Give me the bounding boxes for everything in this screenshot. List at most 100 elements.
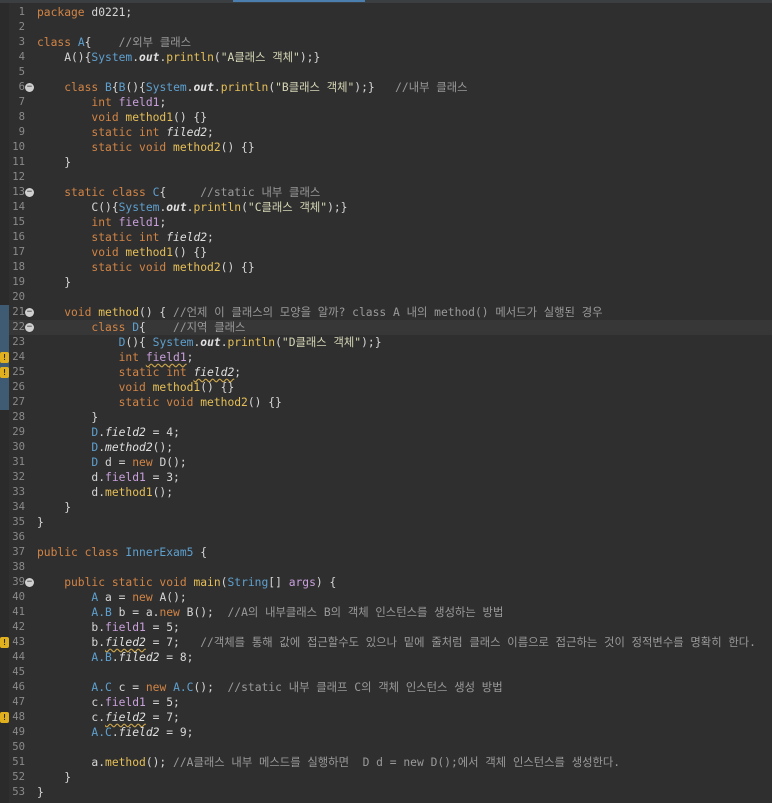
fold-collapse-icon[interactable]: −: [25, 323, 34, 332]
code-line[interactable]: 9 static int filed2;: [0, 125, 772, 140]
code-token: System: [118, 201, 160, 214]
code-line[interactable]: 26 void method1() {}: [0, 380, 772, 395]
code-line[interactable]: 53}: [0, 785, 772, 800]
code-line[interactable]: ! 48 c.field2 = 7;: [0, 710, 772, 725]
code-token: args: [288, 576, 316, 589]
code-line[interactable]: 38: [0, 560, 772, 575]
code-line[interactable]: 13− static class C{ //static 내부 클래스: [0, 185, 772, 200]
code-line[interactable]: 47 c.field1 = 5;: [0, 695, 772, 710]
code-line[interactable]: 49 A.C.field2 = 9;: [0, 725, 772, 740]
code-line[interactable]: 32 d.field1 = 3;: [0, 470, 772, 485]
code-line[interactable]: ! 25 static int field2;: [0, 365, 772, 380]
code-lines[interactable]: 1 package d0221; 2 3 class A{ //외부 클래스 4 A(){…: [0, 5, 772, 800]
code-token: );}: [354, 81, 396, 94]
code-token: = 7;: [145, 711, 180, 724]
code-text: }: [37, 410, 98, 425]
code-text: b.filed2 = 7; //객체를 통해 값에 접근할수도 있으나 밑에 줄…: [37, 635, 756, 650]
code-line[interactable]: 20: [0, 290, 772, 305]
editor-tab-strip: [0, 0, 772, 3]
code-line[interactable]: 2: [0, 20, 772, 35]
code-line[interactable]: 18 static void method2() {}: [0, 260, 772, 275]
code-line[interactable]: 52 }: [0, 770, 772, 785]
line-number: 10: [12, 141, 25, 153]
code-line[interactable]: 28 }: [0, 410, 772, 425]
code-line[interactable]: 45: [0, 665, 772, 680]
line-number: 49: [12, 726, 25, 738]
code-line[interactable]: 10 static void method2() {}: [0, 140, 772, 155]
code-token: a.: [37, 756, 106, 769]
code-token: c.: [37, 711, 106, 724]
code-line[interactable]: 15 int field1;: [0, 215, 772, 230]
code-line[interactable]: 6− class B{B(){System.out.println("B클래스 …: [0, 80, 772, 95]
line-number: 7: [18, 96, 25, 108]
line-number: 23: [12, 336, 25, 348]
code-token: }: [37, 501, 72, 514]
code-token: );}: [361, 336, 382, 349]
code-line[interactable]: ! 24 int field1;: [0, 350, 772, 365]
code-line[interactable]: 41 A.B b = a.new B(); //A의 내부클래스 B의 객체 인…: [0, 605, 772, 620]
code-line[interactable]: 34 }: [0, 500, 772, 515]
code-line[interactable]: 30 D.method2();: [0, 440, 772, 455]
code-token: static void: [37, 396, 201, 409]
code-line[interactable]: 4 A(){System.out.println("A클래스 객체");}: [0, 50, 772, 65]
code-token: d0221;: [84, 6, 133, 19]
code-text: static void method2() {}: [37, 260, 254, 275]
code-line[interactable]: 16 static int field2;: [0, 230, 772, 245]
code-line[interactable]: 19 }: [0, 275, 772, 290]
code-token: field1: [105, 696, 146, 709]
fold-collapse-icon[interactable]: −: [25, 83, 34, 92]
line-number: 50: [12, 741, 25, 753]
code-line[interactable]: 11 }: [0, 155, 772, 170]
warning-icon[interactable]: !: [0, 712, 9, 723]
code-token: //내부 클래스: [395, 81, 468, 94]
fold-collapse-icon[interactable]: −: [25, 578, 34, 587]
code-line[interactable]: 8 void method1() {}: [0, 110, 772, 125]
code-editor[interactable]: 1 package d0221; 2 3 class A{ //외부 클래스 4 A(){…: [0, 0, 772, 803]
code-line[interactable]: 35}: [0, 515, 772, 530]
code-line[interactable]: 33 d.method1();: [0, 485, 772, 500]
code-line[interactable]: ! 43 b.filed2 = 7; //객체를 통해 값에 접근할수도 있으나 …: [0, 635, 772, 650]
code-token: ;: [159, 96, 167, 109]
code-line[interactable]: 14 C(){System.out.println("C클래스 객체");}: [0, 200, 772, 215]
line-number: 18: [12, 261, 25, 273]
code-line[interactable]: 31 D d = new D();: [0, 455, 772, 470]
code-token: static class: [37, 186, 153, 199]
code-line[interactable]: 21− void method() { //언제 이 클래스의 모양을 알까? …: [0, 305, 772, 320]
line-number: 46: [12, 681, 25, 693]
code-line[interactable]: 12: [0, 170, 772, 185]
warning-icon[interactable]: !: [0, 352, 9, 363]
code-line[interactable]: 17 void method1() {}: [0, 245, 772, 260]
code-line[interactable]: 29 D.field2 = 4;: [0, 425, 772, 440]
line-number: 9: [18, 126, 25, 138]
code-token: b = a.: [111, 606, 160, 619]
fold-collapse-icon[interactable]: −: [25, 188, 34, 197]
code-line[interactable]: 7 int field1;: [0, 95, 772, 110]
code-line[interactable]: 27 static void method2() {}: [0, 395, 772, 410]
code-line[interactable]: 42 b.field1 = 5;: [0, 620, 772, 635]
code-text: class D{ //지역 클래스: [37, 320, 245, 335]
code-line[interactable]: 50: [0, 740, 772, 755]
code-line[interactable]: 44 A.B.filed2 = 8;: [0, 650, 772, 665]
code-line[interactable]: 51 a.method(); //A클래스 내부 메스드를 실행하면 D d =…: [0, 755, 772, 770]
code-token: field1: [118, 216, 160, 229]
code-line[interactable]: 36: [0, 530, 772, 545]
line-number: 35: [12, 516, 25, 528]
code-line[interactable]: 22− class D{ //지역 클래스: [0, 320, 772, 335]
fold-collapse-icon[interactable]: −: [25, 308, 34, 317]
code-line[interactable]: 39− public static void main(String[] arg…: [0, 575, 772, 590]
code-token: void: [37, 381, 153, 394]
code-token: D: [132, 321, 140, 334]
warning-icon[interactable]: !: [0, 637, 9, 648]
line-number: 14: [12, 201, 25, 213]
line-number: 20: [12, 291, 25, 303]
warning-icon[interactable]: !: [0, 367, 9, 378]
code-line[interactable]: 1 package d0221;: [0, 5, 772, 20]
code-line[interactable]: 40 A a = new A();: [0, 590, 772, 605]
code-line[interactable]: 46 A.C c = new A.C(); //static 내부 클래프 C의…: [0, 680, 772, 695]
code-line[interactable]: 3 class A{ //외부 클래스: [0, 35, 772, 50]
code-line[interactable]: 23 D(){ System.out.println("D클래스 객체");}: [0, 335, 772, 350]
code-line[interactable]: 37 public class InnerExam5 {: [0, 545, 772, 560]
code-line[interactable]: 5: [0, 65, 772, 80]
code-token: method1: [125, 246, 174, 259]
